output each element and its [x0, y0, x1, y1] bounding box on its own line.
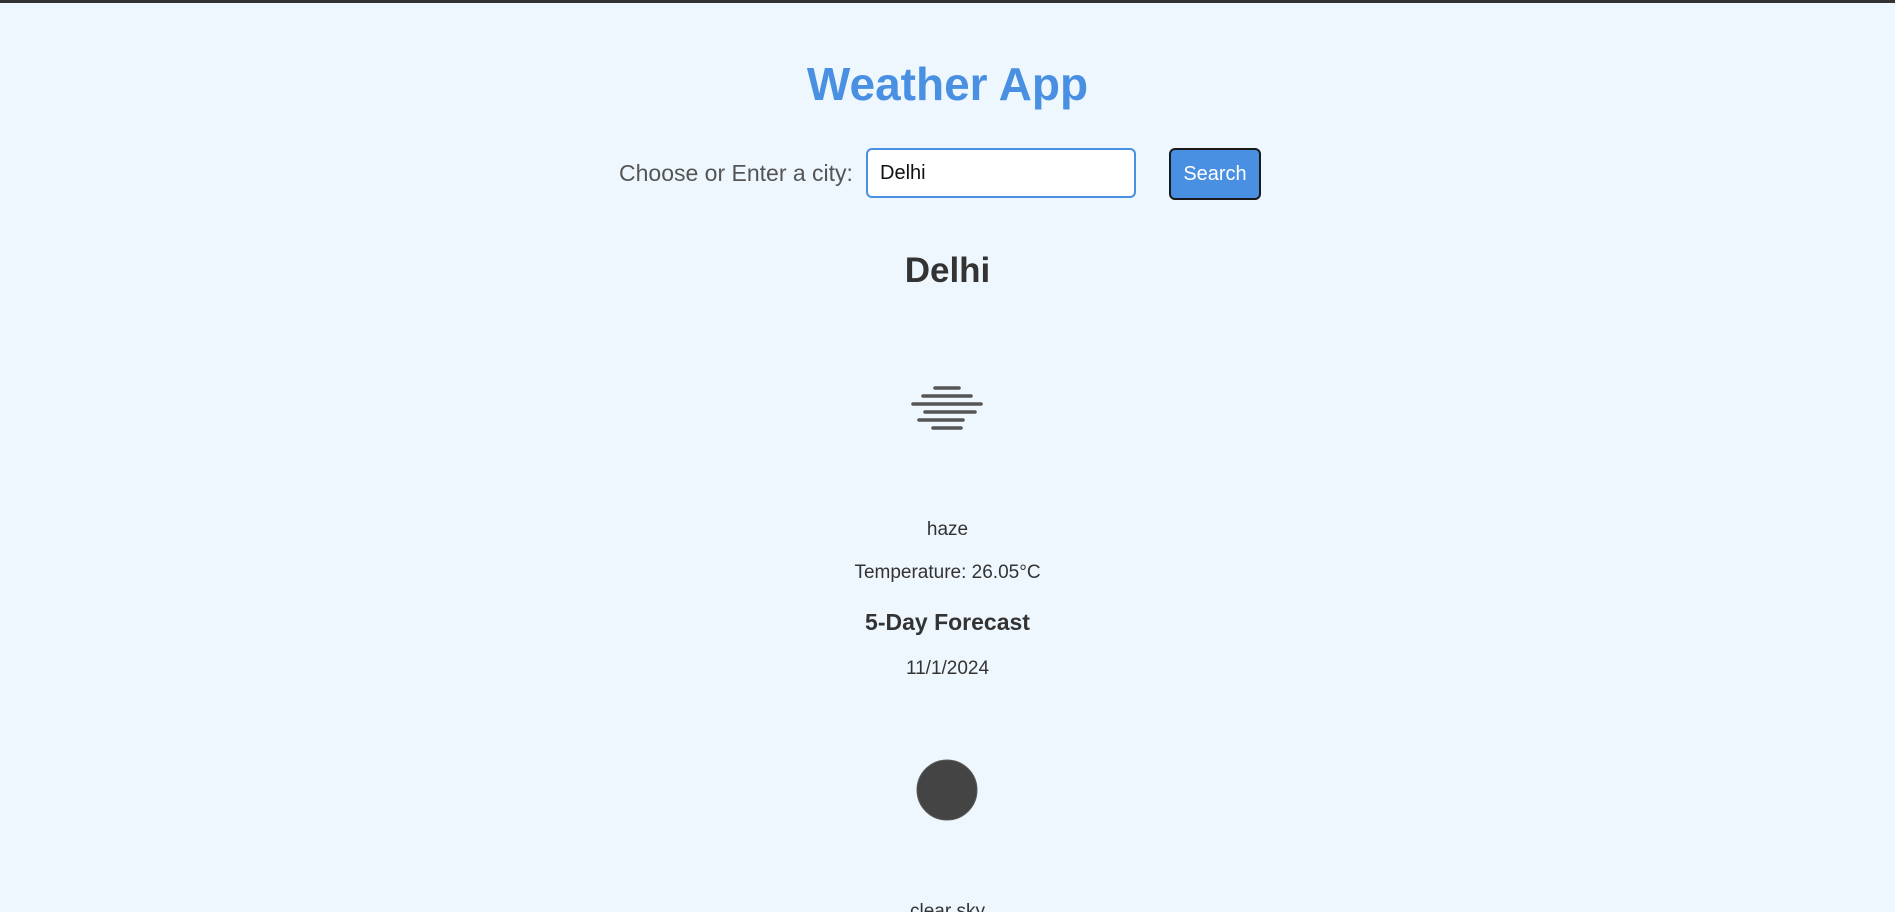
search-button[interactable]: Search: [1169, 148, 1261, 200]
top-border: [0, 0, 1895, 3]
weather-description: haze: [926, 519, 969, 540]
forecast-day-description: clear sky: [910, 901, 985, 912]
haze-icon: [911, 386, 983, 430]
city-input[interactable]: [866, 148, 1136, 198]
forecast-day-date: 11/1/2024: [905, 658, 990, 679]
app-title: Weather App: [806, 58, 1089, 110]
forecast-title: 5-Day Forecast: [865, 609, 1030, 635]
search-row: Choose or Enter a city: Search: [0, 148, 1895, 200]
clear-sky-icon: [916, 759, 978, 821]
temperature-text: Temperature: 26.05°C: [854, 562, 1041, 583]
city-name: Delhi: [904, 251, 991, 290]
city-label: Choose or Enter a city:: [619, 160, 853, 186]
